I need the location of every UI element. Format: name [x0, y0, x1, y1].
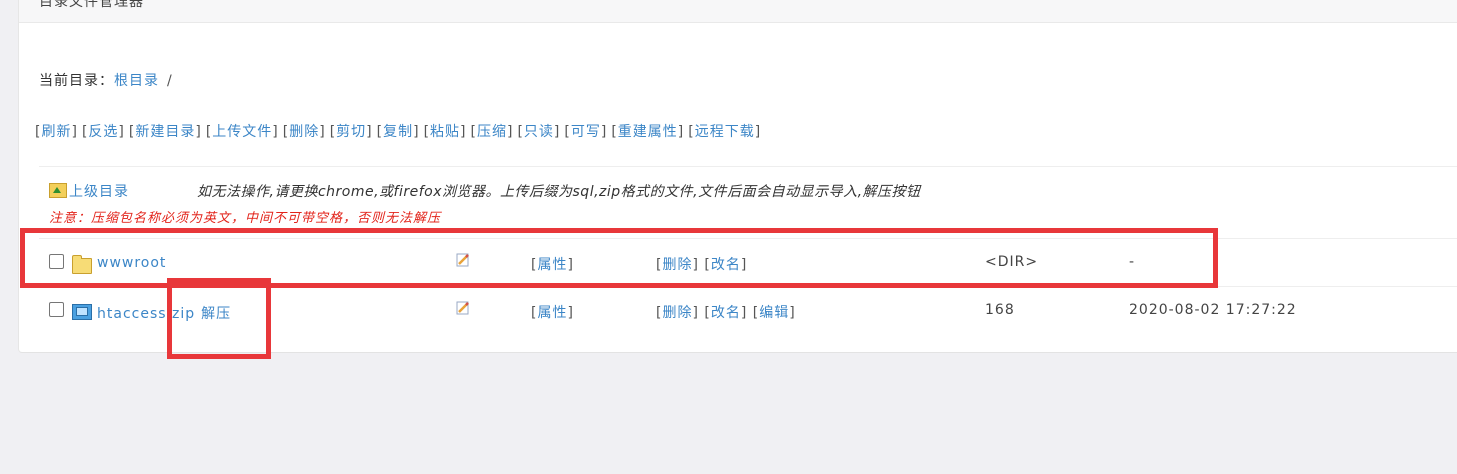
- divider: [39, 166, 1457, 167]
- toolbar-writable-link[interactable]: 可写: [571, 124, 601, 140]
- toolbar-item-readonly: [只读]: [517, 124, 561, 140]
- toolbar-paste-link[interactable]: 粘贴: [430, 124, 460, 140]
- archive-icon: [72, 304, 92, 320]
- file-size: 168: [985, 302, 1015, 318]
- pencil-icon[interactable]: [456, 301, 470, 315]
- toolbar-item-delete: [删除]: [282, 124, 326, 140]
- toolbar-compress-link[interactable]: 压缩: [477, 124, 507, 140]
- row-checkbox[interactable]: [49, 302, 64, 317]
- toolbar-item-newdir: [新建目录]: [128, 124, 202, 140]
- toolbar-item-upload: [上传文件]: [205, 124, 279, 140]
- toolbar-reset_attr-link[interactable]: 重建属性: [618, 124, 678, 140]
- warning-text: 注意：压缩包名称必须为英文，中间不可带空格，否则无法解压: [49, 211, 442, 226]
- toolbar-readonly-link[interactable]: 只读: [524, 124, 554, 140]
- toolbar-item-refresh: [刷新]: [35, 124, 78, 140]
- toolbar-invert-link[interactable]: 反选: [88, 124, 118, 140]
- toolbar-item-invert: [反选]: [81, 124, 125, 140]
- toolbar-upload-link[interactable]: 上传文件: [212, 124, 272, 140]
- attr-cell: [属性]: [531, 305, 574, 321]
- edit-link[interactable]: 编辑: [759, 305, 789, 321]
- modified-time: 2020-08-02 17:27:22: [1129, 302, 1297, 318]
- panel-header: 目录文件管理器: [19, 0, 1457, 23]
- toolbar-delete-link[interactable]: 删除: [289, 124, 319, 140]
- highlight-box: [167, 278, 271, 359]
- toolbar-item-remote_download: [远程下载]: [688, 124, 762, 140]
- toolbar: [刷新] [反选] [新建目录] [上传文件] [删除] [剪切] [复制] [粘贴] [压缩]…: [35, 121, 765, 141]
- browser-tip: 如无法操作,请更换chrome,或firefox浏览器。上传后缀为sql,zip…: [197, 184, 921, 200]
- current-directory: 当前目录：根目录 /: [39, 70, 173, 90]
- toolbar-copy-link[interactable]: 复制: [383, 124, 413, 140]
- parent-directory-link[interactable]: 上级目录: [69, 184, 129, 200]
- parent-directory[interactable]: 上级目录: [49, 181, 129, 201]
- path-separator: /: [167, 73, 173, 89]
- toolbar-item-paste: [粘贴]: [423, 124, 467, 140]
- current-directory-label: 当前目录：: [39, 73, 114, 89]
- attr-link[interactable]: 属性: [537, 305, 567, 321]
- folder-up-icon: [49, 183, 67, 198]
- toolbar-item-cut: [剪切]: [329, 124, 373, 140]
- root-directory-link[interactable]: 根目录: [114, 73, 159, 89]
- toolbar-item-compress: [压缩]: [470, 124, 514, 140]
- toolbar-newdir-link[interactable]: 新建目录: [135, 124, 195, 140]
- delete-link[interactable]: 删除: [662, 305, 692, 321]
- toolbar-item-writable: [可写]: [564, 124, 608, 140]
- toolbar-cut-link[interactable]: 剪切: [336, 124, 366, 140]
- toolbar-item-copy: [复制]: [376, 124, 420, 140]
- actions-cell: [删除] [改名] [编辑]: [656, 305, 796, 321]
- toolbar-refresh-link[interactable]: 刷新: [41, 124, 71, 140]
- toolbar-remote_download-link[interactable]: 远程下载: [695, 124, 755, 140]
- rename-link[interactable]: 改名: [711, 305, 741, 321]
- toolbar-item-reset_attr: [重建属性]: [611, 124, 685, 140]
- panel-title: 目录文件管理器: [39, 0, 144, 10]
